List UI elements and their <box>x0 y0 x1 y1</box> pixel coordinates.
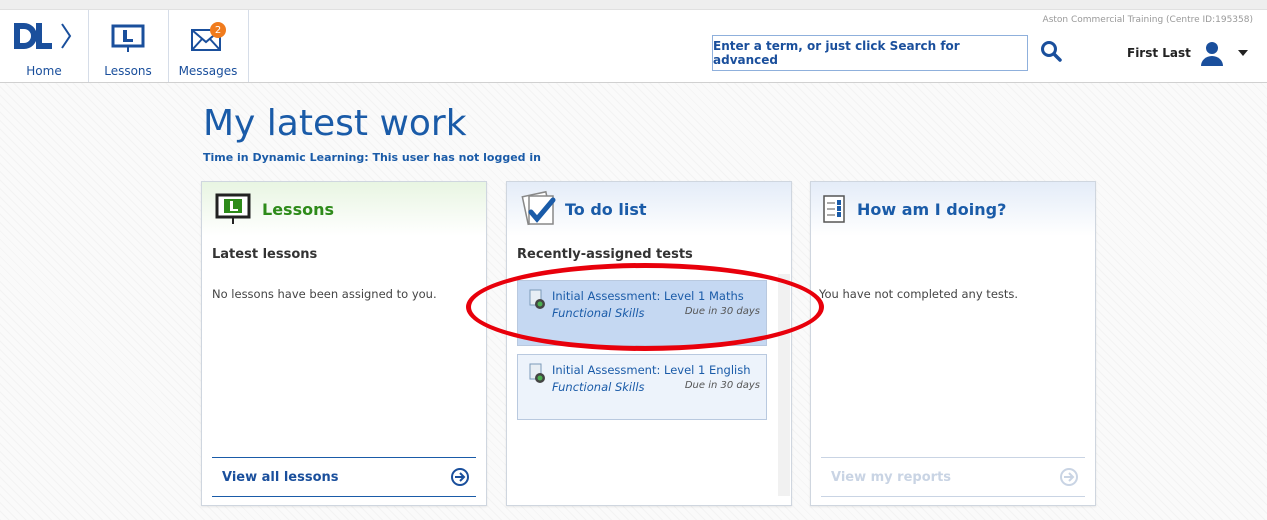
nav-messages[interactable]: 2 Messages <box>168 10 249 82</box>
test-icon <box>529 363 545 383</box>
view-my-reports-label: View my reports <box>831 469 952 485</box>
top-navigation-bar: Home Lessons 2 Messages Aston Commercial… <box>0 9 1267 83</box>
search-icon[interactable] <box>1040 40 1062 62</box>
nav-lessons-label: Lessons <box>104 64 152 78</box>
task-name: Initial Assessment: Level 1 English <box>552 363 751 377</box>
nav-home-label: Home <box>26 64 62 78</box>
view-all-lessons-label: View all lessons <box>222 469 339 485</box>
no-tests-message: You have not completed any tests. <box>819 287 1019 301</box>
user-name: First Last <box>1127 46 1191 60</box>
report-icon <box>823 195 845 223</box>
recent-tests-heading: Recently-assigned tests <box>517 247 693 262</box>
page-subtitle: Time in Dynamic Learning: This user has … <box>203 151 541 164</box>
nav-lessons[interactable]: Lessons <box>88 10 169 82</box>
centre-info: Aston Commercial Training (Centre ID:195… <box>1042 15 1253 25</box>
todo-card-title: To do list <box>565 199 647 219</box>
nav-home[interactable]: Home <box>0 10 89 82</box>
todo-card-header: To do list <box>507 182 791 236</box>
lessons-card-header: Lessons <box>202 182 486 236</box>
lessons-card-title: Lessons <box>262 199 334 219</box>
task-subject: Functional Skills <box>552 380 645 394</box>
progress-card: How am I doing? You have not completed a… <box>810 181 1096 506</box>
progress-card-title: How am I doing? <box>857 199 1007 219</box>
task-item[interactable]: Initial Assessment: Level 1 English Func… <box>517 354 767 420</box>
view-all-lessons-button[interactable]: View all lessons <box>212 457 476 497</box>
chevron-down-icon <box>1237 50 1248 56</box>
dl-logo-icon <box>14 23 72 49</box>
task-due: Due in 30 days <box>684 380 760 391</box>
search-input[interactable]: Enter a term, or just click Search for a… <box>712 35 1028 71</box>
highlight-annotation-oval <box>466 263 824 351</box>
no-lessons-message: No lessons have been assigned to you. <box>212 287 437 301</box>
user-avatar-icon <box>1200 42 1223 66</box>
page: Home Lessons 2 Messages Aston Commercial… <box>0 0 1267 520</box>
user-menu[interactable]: First Last <box>1127 40 1249 66</box>
progress-card-header: How am I doing? <box>811 182 1095 236</box>
arrow-right-circle-icon <box>1060 468 1078 486</box>
view-my-reports-button[interactable]: View my reports <box>821 457 1085 497</box>
top-strip <box>0 0 1267 9</box>
search-placeholder: Enter a term, or just click Search for a… <box>713 39 960 67</box>
nav-messages-label: Messages <box>178 64 238 78</box>
lessons-icon <box>215 193 251 224</box>
lessons-icon <box>111 24 145 52</box>
lessons-card: Lessons Latest lessons No lessons have b… <box>201 181 487 506</box>
arrow-right-circle-icon <box>451 468 469 486</box>
checklist-icon <box>521 190 556 226</box>
latest-lessons-heading: Latest lessons <box>212 247 318 262</box>
page-title: My latest work <box>203 103 467 144</box>
messages-badge: 2 <box>210 22 226 38</box>
